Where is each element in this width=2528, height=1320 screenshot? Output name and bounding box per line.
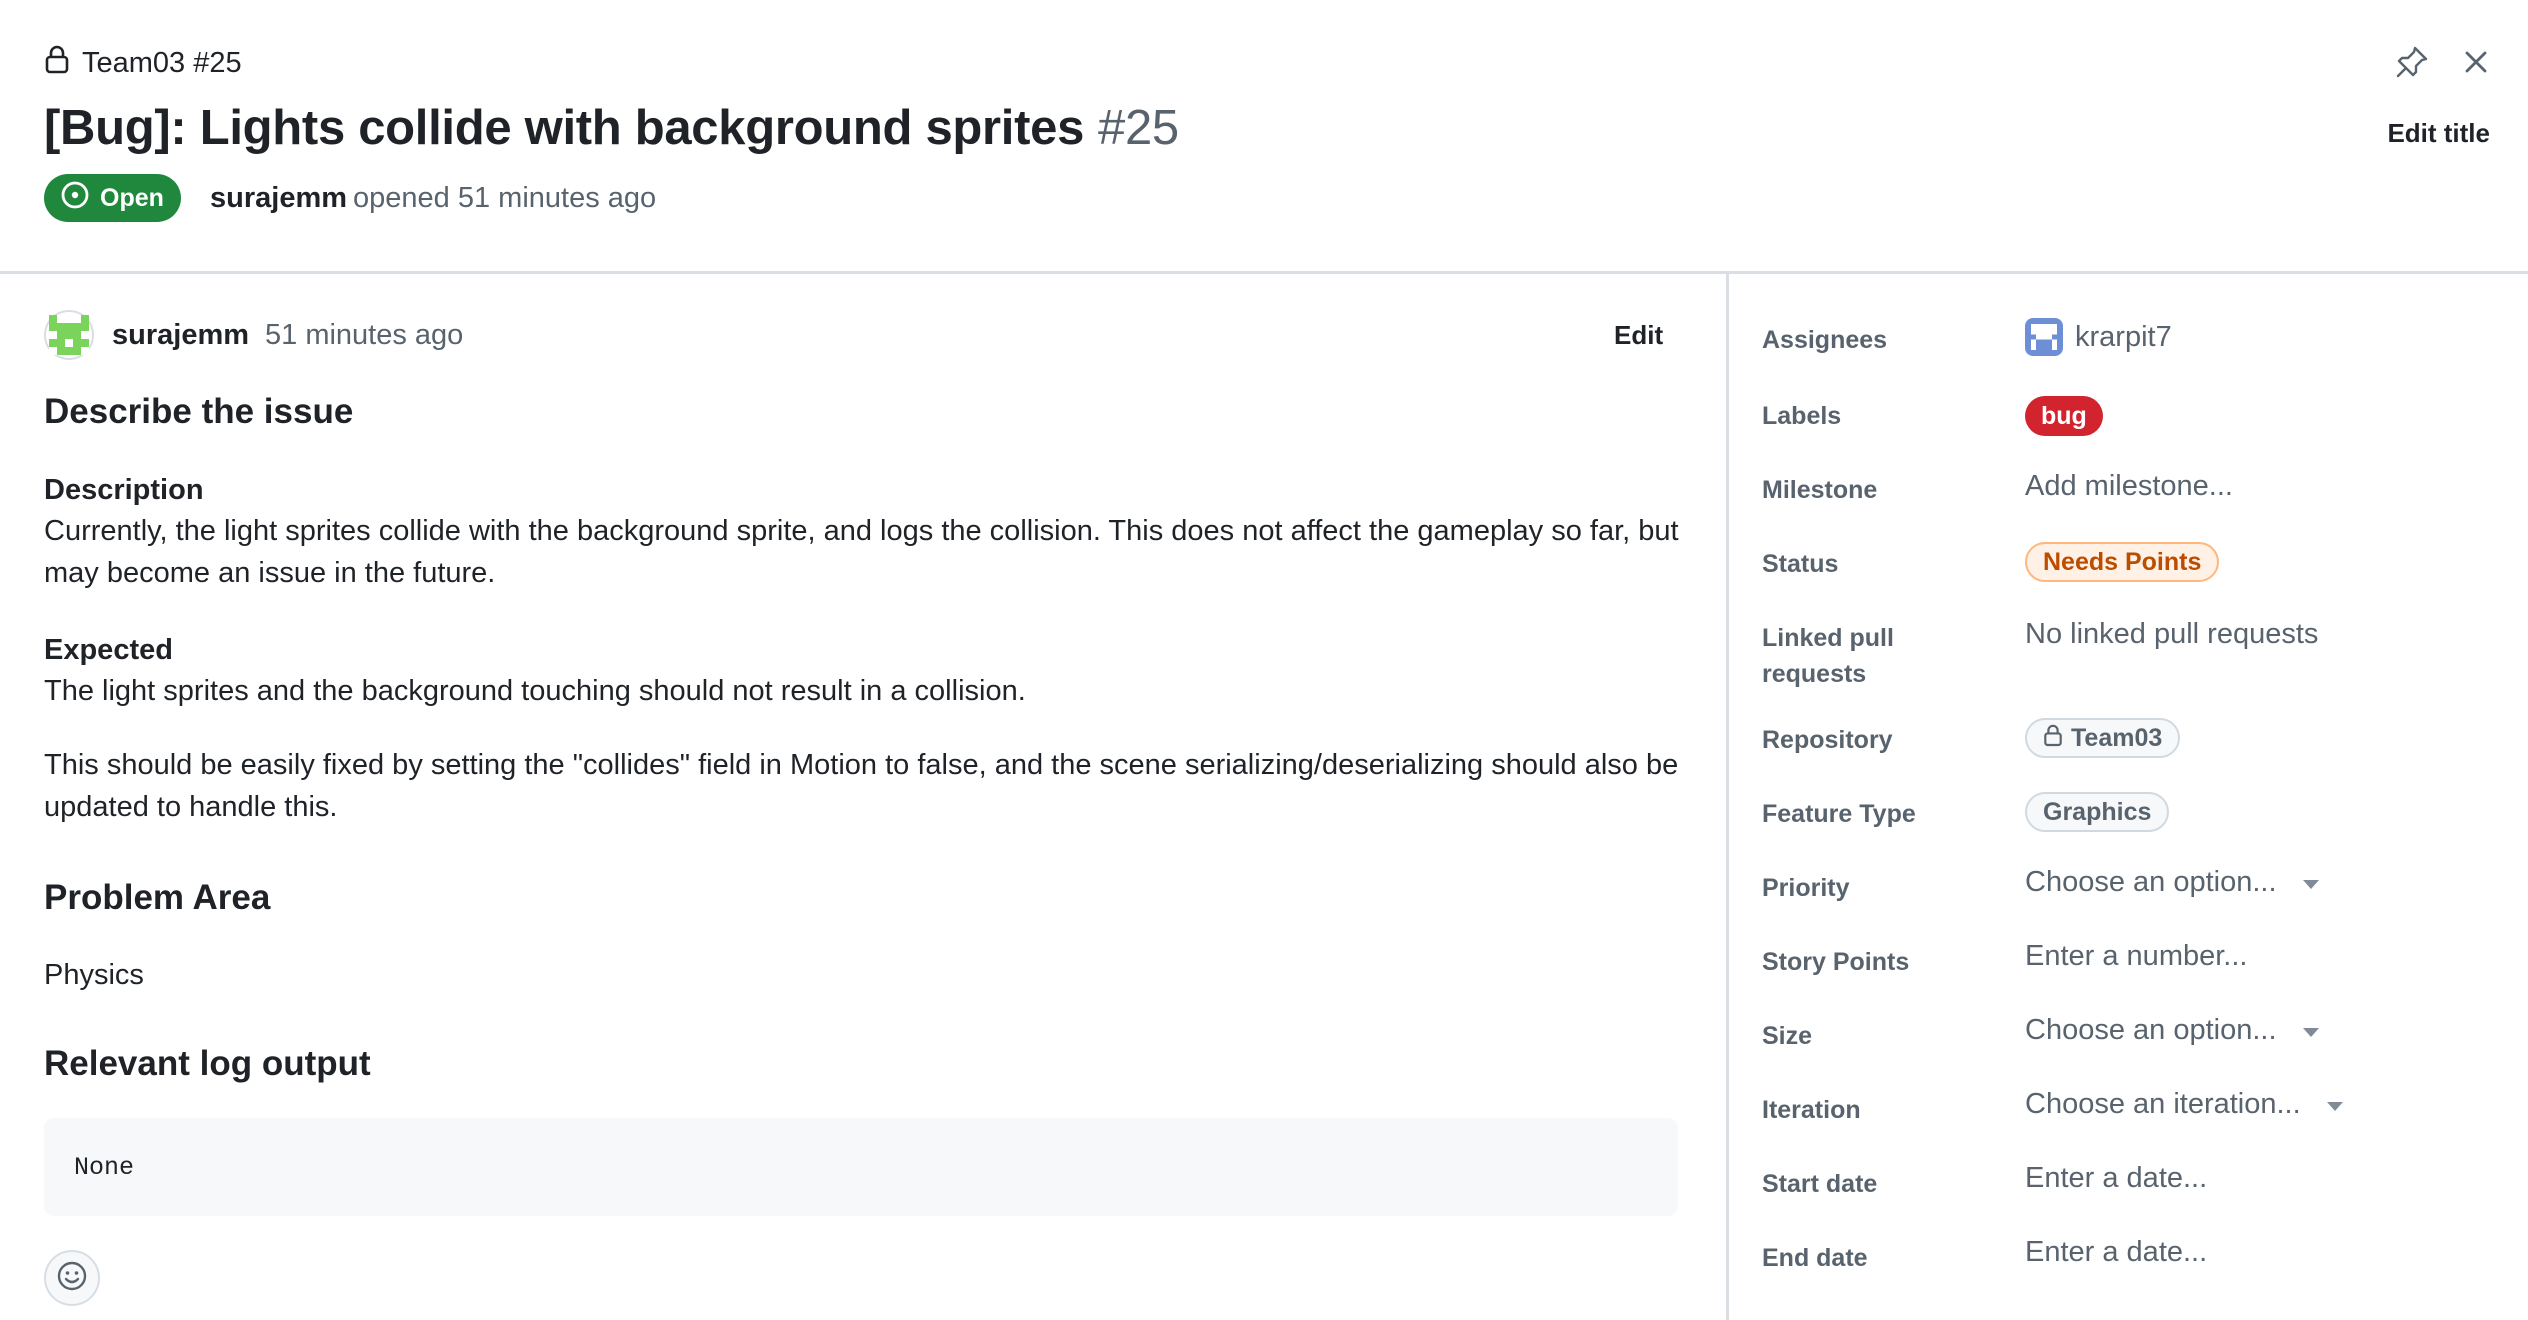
status-label: Status xyxy=(1762,550,1839,578)
issue-open-icon xyxy=(60,180,90,217)
add-reaction-button[interactable] xyxy=(44,1250,100,1306)
lock-icon xyxy=(2043,723,2063,754)
issue-body: surajemm 51 minutes ago Edit Describe th… xyxy=(0,274,1726,1320)
repository-value[interactable]: Team03 xyxy=(2025,718,2181,758)
comment-author-link[interactable]: surajemm xyxy=(112,319,249,352)
linked-pr-value: No linked pull requests xyxy=(2025,618,2319,650)
iteration-select-text: Choose an iteration... xyxy=(2025,1088,2301,1120)
log-output-codeblock: None xyxy=(44,1118,1678,1216)
end-date-label: End date xyxy=(1762,1244,1868,1272)
start-date-input[interactable]: Enter a date... xyxy=(2025,1162,2207,1195)
linked-pr-label-line1: Linked pull xyxy=(1762,624,1894,652)
size-select[interactable]: Choose an option... xyxy=(2025,1014,2319,1047)
issue-state-badge: Open xyxy=(44,174,181,222)
repo-reference[interactable]: Team03 #25 xyxy=(44,44,242,82)
chevron-down-icon xyxy=(2326,1102,2343,1111)
repository-label: Repository xyxy=(1762,726,1893,754)
opened-info: surajemm opened 51 minutes ago xyxy=(210,182,656,215)
edit-comment-button[interactable]: Edit xyxy=(1614,320,1663,351)
end-date-input[interactable]: Enter a date... xyxy=(2025,1236,2207,1269)
milestone-value[interactable]: Add milestone... xyxy=(2025,470,2233,503)
heading-log-output: Relevant log output xyxy=(44,1044,371,1083)
feature-type-label: Feature Type xyxy=(1762,800,1916,828)
issue-title: [Bug]: Lights collide with background sp… xyxy=(44,100,1179,156)
issue-title-text: [Bug]: Lights collide with background sp… xyxy=(44,101,1085,155)
assignee-avatar xyxy=(2025,318,2063,356)
issue-header: Team03 #25 [Bug]: Lights collide with ba… xyxy=(0,0,2528,274)
status-badge[interactable]: Needs Points xyxy=(2025,542,2220,582)
pin-icon[interactable] xyxy=(2392,42,2432,82)
edit-title-button[interactable]: Edit title xyxy=(2387,118,2490,149)
issue-number: #25 xyxy=(1098,101,1179,155)
start-date-label: Start date xyxy=(1762,1170,1878,1198)
chevron-down-icon xyxy=(2302,880,2319,889)
repository-name: Team03 xyxy=(2071,723,2163,752)
description-label: Description xyxy=(44,474,204,506)
feature-type-badge[interactable]: Graphics xyxy=(2025,792,2170,832)
size-select-text: Choose an option... xyxy=(2025,1014,2277,1046)
heading-describe-issue: Describe the issue xyxy=(44,392,354,431)
labels-value[interactable]: bug xyxy=(2025,396,2103,436)
repo-reference-text: Team03 #25 xyxy=(82,46,242,79)
priority-select-text: Choose an option... xyxy=(2025,866,2277,898)
label-bug[interactable]: bug xyxy=(2025,396,2103,436)
opened-text: opened 51 minutes ago xyxy=(353,182,657,214)
description-text: Currently, the light sprites collide wit… xyxy=(44,515,1679,589)
milestone-label: Milestone xyxy=(1762,476,1878,504)
issue-sidebar: Assignees krarpit7 Labels bug Milestone … xyxy=(1726,274,2528,1320)
assignee-item[interactable]: krarpit7 xyxy=(2025,318,2172,356)
heading-problem-area: Problem Area xyxy=(44,878,271,917)
assignees-label: Assignees xyxy=(1762,326,1888,354)
iteration-label: Iteration xyxy=(1762,1096,1861,1124)
assignee-name: krarpit7 xyxy=(2075,320,2172,353)
story-points-input[interactable]: Enter a number... xyxy=(2025,940,2247,973)
story-points-label: Story Points xyxy=(1762,948,1910,976)
priority-label: Priority xyxy=(1762,874,1850,902)
labels-label: Labels xyxy=(1762,402,1842,430)
close-icon[interactable] xyxy=(2456,42,2496,82)
expected-text: The light sprites and the background tou… xyxy=(44,675,1026,707)
status-value[interactable]: Needs Points xyxy=(2025,542,2220,582)
iteration-select[interactable]: Choose an iteration... xyxy=(2025,1088,2343,1121)
priority-select[interactable]: Choose an option... xyxy=(2025,866,2319,899)
smiley-icon xyxy=(56,1260,88,1297)
size-label: Size xyxy=(1762,1022,1813,1050)
fix-text: This should be easily fixed by setting t… xyxy=(44,749,1679,823)
problem-area-value: Physics xyxy=(44,959,144,991)
feature-type-value[interactable]: Graphics xyxy=(2025,792,2170,832)
linked-pr-label: Linked pull requests xyxy=(1762,620,1894,692)
chevron-down-icon xyxy=(2302,1028,2319,1037)
lock-icon xyxy=(44,44,70,82)
issue-state-label: Open xyxy=(100,183,164,212)
comment-timestamp[interactable]: 51 minutes ago xyxy=(265,319,463,352)
avatar[interactable] xyxy=(44,310,94,360)
comment-header: surajemm 51 minutes ago xyxy=(44,310,463,360)
repository-badge[interactable]: Team03 xyxy=(2025,718,2181,758)
log-output-text: None xyxy=(74,1152,135,1182)
linked-pr-label-line2: requests xyxy=(1762,660,1867,688)
issue-author-link[interactable]: surajemm xyxy=(210,182,347,214)
expected-label: Expected xyxy=(44,634,173,666)
